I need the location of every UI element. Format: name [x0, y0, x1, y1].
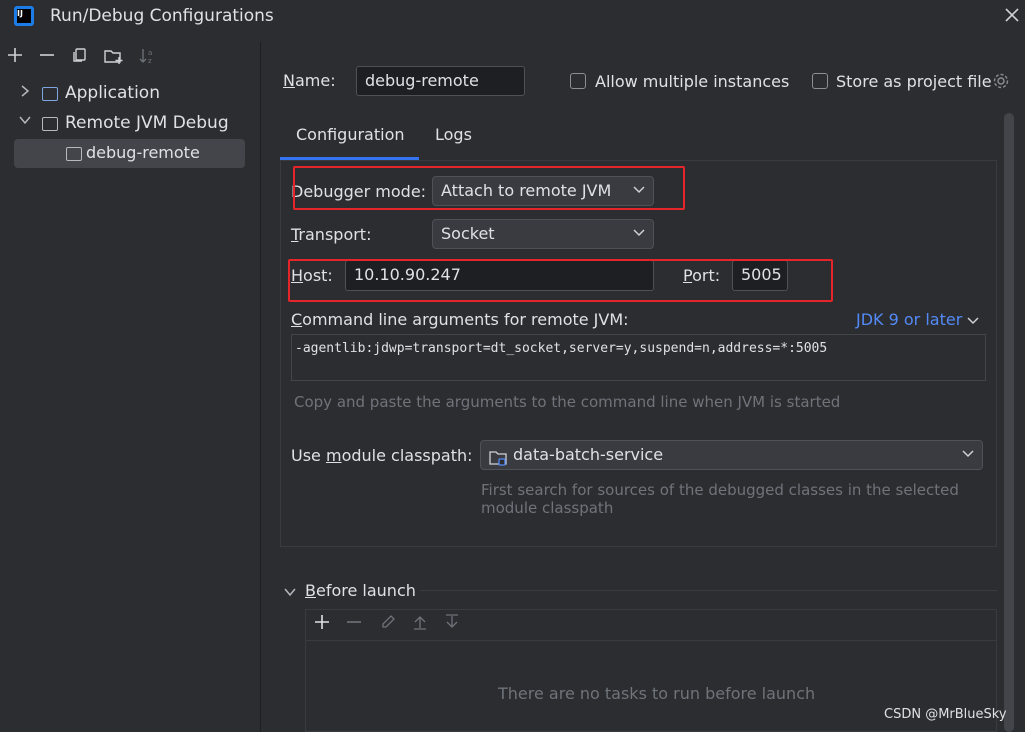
before-launch-title: Before launch — [305, 581, 416, 600]
before-launch-toggle[interactable] — [283, 583, 297, 602]
intellij-logo-icon: IJ — [14, 6, 34, 26]
chevron-down-icon — [967, 317, 979, 325]
add-icon — [8, 48, 22, 62]
arrow-down-icon — [446, 614, 458, 628]
sidebar: az Application Remote JVM Debug debug-re… — [0, 42, 261, 732]
pencil-icon — [382, 615, 395, 628]
cmd-hint: Copy and paste the arguments to the comm… — [294, 393, 841, 411]
jdk-version-link[interactable]: JDK 9 or later — [856, 310, 979, 329]
tree-item-label: debug-remote — [86, 143, 200, 162]
tab-configuration[interactable]: Configuration — [296, 125, 405, 144]
highlight-box — [288, 259, 833, 302]
name-input[interactable]: debug-remote — [356, 66, 525, 96]
window-title: Run/Debug Configurations — [50, 6, 274, 26]
cmd-args-field[interactable]: -agentlib:jdwp=transport=dt_socket,serve… — [291, 334, 986, 381]
name-label: Name: — [283, 71, 336, 90]
before-launch-empty-text: There are no tasks to run before launch — [498, 684, 816, 703]
chevron-down-icon[interactable] — [18, 114, 32, 130]
transport-value: Socket — [441, 224, 495, 243]
tree-item-debug-remote[interactable]: debug-remote — [14, 139, 245, 168]
store-project-label[interactable]: Store as project file — [836, 72, 992, 91]
add-task-button[interactable] — [311, 614, 333, 635]
new-folder-icon — [104, 50, 123, 64]
sort-icon: az — [139, 49, 152, 65]
tree-item-label: Remote JVM Debug — [65, 113, 229, 133]
add-icon — [315, 615, 329, 629]
edit-task-button[interactable] — [377, 614, 399, 635]
tab-logs[interactable]: Logs — [435, 125, 472, 144]
move-up-button[interactable] — [409, 614, 431, 635]
title-bar: IJ Run/Debug Configurations — [0, 0, 1025, 32]
transport-label: Transport: — [291, 225, 372, 244]
highlight-box — [293, 166, 685, 210]
chevron-down-icon — [633, 220, 645, 248]
remote-debug-icon — [66, 147, 82, 161]
watermark: CSDN @MrBlueSky — [884, 707, 1007, 722]
allow-multiple-label[interactable]: Allow multiple instances — [595, 72, 789, 91]
tree-item-remote-jvm-debug[interactable]: Remote JVM Debug — [0, 110, 260, 138]
copy-icon — [73, 48, 86, 62]
vertical-scrollbar[interactable] — [1004, 113, 1014, 732]
module-classpath-select[interactable]: data-batch-service — [480, 440, 983, 470]
remove-button[interactable] — [36, 47, 58, 69]
allow-multiple-checkbox[interactable] — [570, 73, 586, 89]
gear-icon[interactable] — [992, 72, 1010, 94]
chevron-right-icon[interactable] — [18, 84, 32, 102]
remove-task-button[interactable] — [343, 614, 365, 635]
add-button[interactable] — [4, 47, 26, 69]
transport-select[interactable]: Socket — [432, 219, 654, 249]
close-icon — [1005, 8, 1019, 22]
module-classpath-label: Use module classpath: — [291, 446, 473, 465]
svg-text:a: a — [148, 49, 152, 57]
svg-text:z: z — [148, 57, 152, 65]
chevron-down-icon — [284, 588, 296, 597]
chevron-down-icon — [962, 441, 974, 469]
module-hint: First search for sources of the debugged… — [481, 481, 959, 517]
before-launch-toolbar — [305, 609, 997, 641]
close-button[interactable] — [1002, 4, 1022, 28]
separator — [420, 590, 997, 591]
tree-item-application[interactable]: Application — [0, 80, 260, 108]
copy-button[interactable] — [68, 47, 90, 69]
module-classpath-value: data-batch-service — [513, 445, 664, 464]
store-project-checkbox[interactable] — [812, 73, 828, 89]
application-config-icon — [42, 87, 58, 101]
cmd-label: Command line arguments for remote JVM: — [291, 310, 629, 329]
tree-item-label: Application — [65, 83, 160, 103]
remove-icon — [347, 621, 361, 623]
sort-button[interactable]: az — [136, 47, 158, 69]
new-folder-button[interactable] — [102, 47, 124, 69]
move-down-button[interactable] — [441, 614, 463, 635]
remove-icon — [40, 54, 54, 56]
arrow-up-icon — [414, 616, 426, 630]
module-folder-icon — [489, 447, 507, 475]
remote-debug-icon — [42, 117, 58, 131]
